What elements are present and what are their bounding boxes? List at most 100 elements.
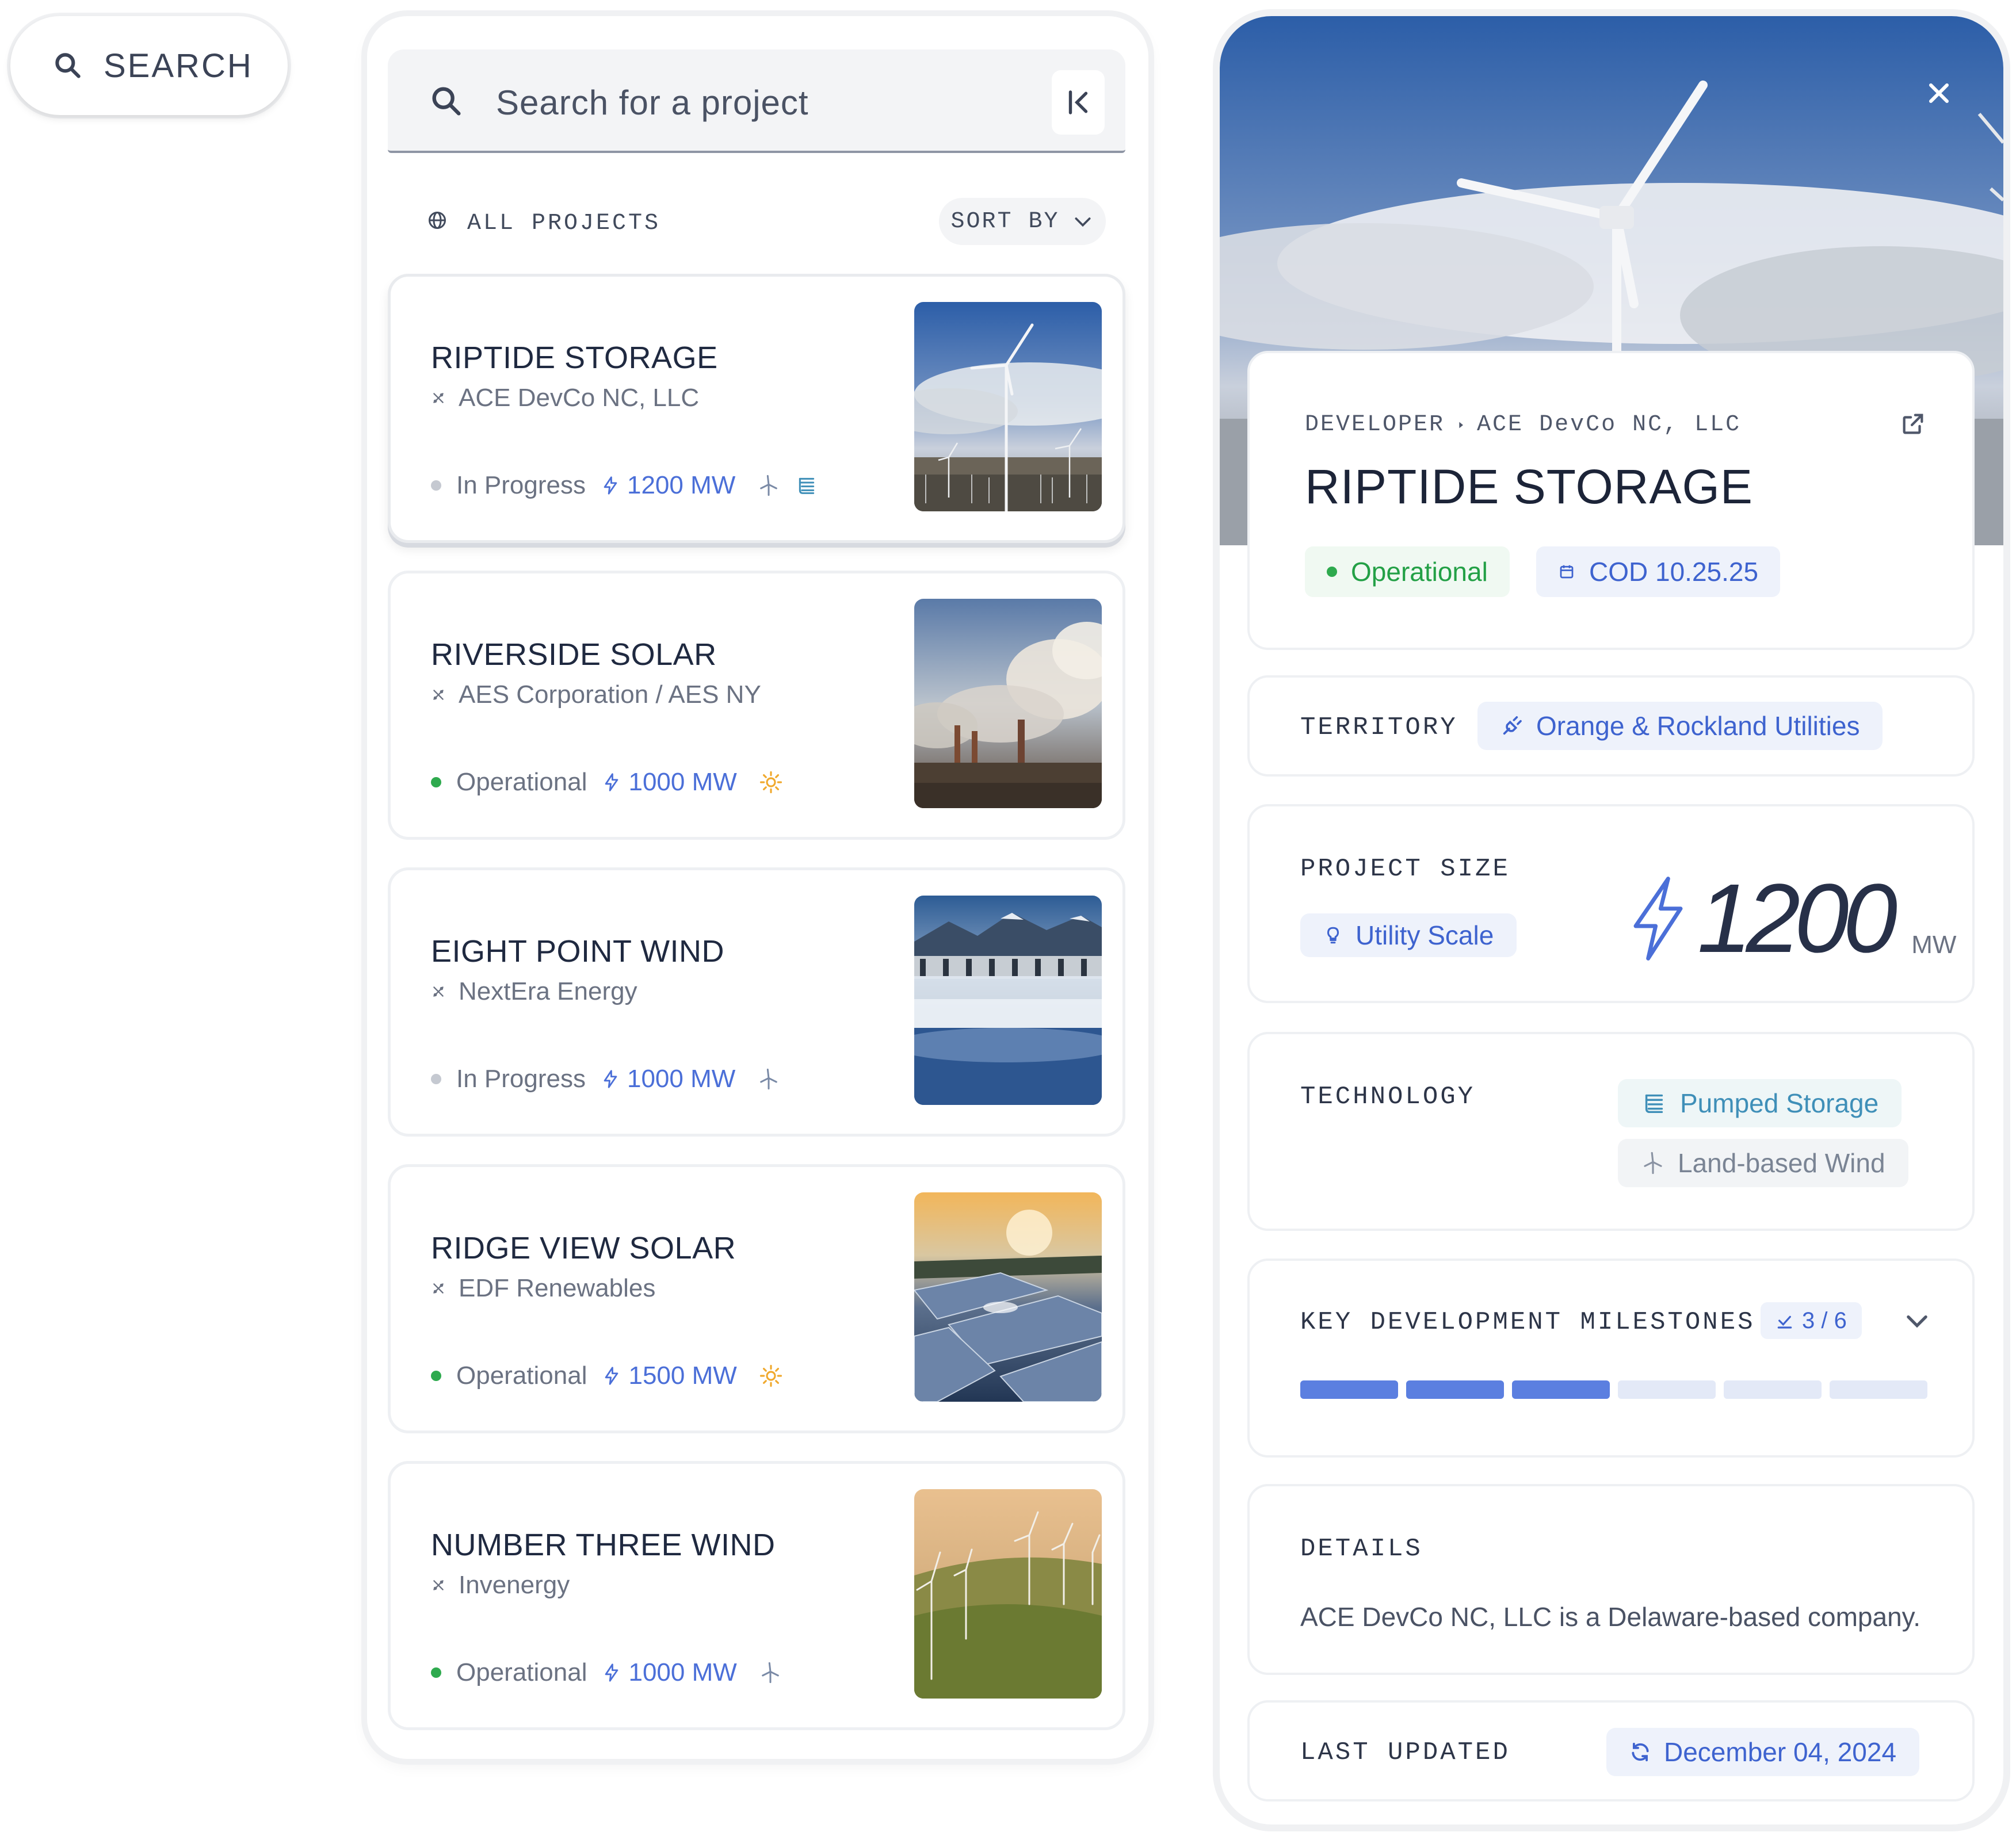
sun-icon [759,1364,783,1388]
last-updated-section: LAST UPDATED December 04, 2024 [1247,1700,1975,1801]
filter-all-projects[interactable]: ALL PROJECTS [467,211,660,236]
caret-right-icon [1459,422,1464,428]
tech-icons [759,1661,782,1684]
developer-name: ACE DevCo NC, LLC [459,384,700,412]
territory-chip[interactable]: Orange & Rockland Utilities [1477,702,1883,750]
capacity-label: 1000 MW [628,768,737,796]
sort-by-button[interactable]: SORT BY [939,198,1106,245]
project-size-label: PROJECT SIZE [1300,855,1510,883]
project-title: RIPTIDE STORAGE [1305,460,1753,514]
capacity: 1200 MW [601,471,735,500]
pumped-storage-icon [795,474,818,497]
territory-label: TERRITORY [1300,713,1458,742]
capacity: 1000 MW [602,1658,737,1687]
status-dot [431,480,441,491]
project-developer: NextEra Energy [431,977,637,1006]
open-external-button[interactable] [1900,411,1926,440]
status-label: Operational [456,768,587,796]
capacity-label: 1500 MW [628,1361,737,1390]
project-meta: Operational 1000 MW [431,1658,782,1687]
chevron-down-icon [1075,217,1091,227]
capacity: 1000 MW [602,768,737,797]
breadcrumb-developer-link[interactable]: ACE DevCo NC, LLC [1477,412,1741,438]
bolt-icon [602,1366,621,1386]
chevron-down-icon [1907,1315,1927,1328]
project-card[interactable]: NUMBER THREE WIND Invenergy Operational … [388,1461,1125,1730]
milestones-label: KEY DEVELOPMENT MILESTONES [1300,1308,1755,1337]
status-label: Operational [456,1658,587,1686]
milestone-segment [1512,1380,1610,1399]
project-list-panel: Search for a project ALL PROJECTS SORT B… [367,16,1148,1759]
project-search-field[interactable]: Search for a project [388,49,1125,153]
project-card[interactable]: RIPTIDE STORAGE ACE DevCo NC, LLC In Pro… [388,274,1125,543]
project-title: EIGHT POINT WIND [431,934,725,969]
territory-section: TERRITORY Orange & Rockland Utilities [1247,675,1975,777]
capacity-unit: MW [1911,931,1957,959]
cod-label: COD 10.25.25 [1589,557,1759,587]
milestone-segment [1406,1380,1504,1399]
last-updated-label: LAST UPDATED [1300,1738,1510,1767]
project-thumbnail [914,302,1102,511]
project-developer: ACE DevCo NC, LLC [431,384,699,412]
developer-name: EDF Renewables [459,1274,656,1302]
project-thumbnail [914,599,1102,808]
close-button[interactable] [1925,79,1953,110]
project-card[interactable]: RIVERSIDE SOLAR AES Corporation / AES NY… [388,571,1125,840]
project-developer: AES Corporation / AES NY [431,680,761,709]
developer-icon [431,687,446,702]
milestone-segment [1618,1380,1716,1399]
project-thumbnail [914,1192,1102,1402]
milestones-section[interactable]: KEY DEVELOPMENT MILESTONES 3 / 6 [1247,1259,1975,1458]
close-icon [1929,83,1949,103]
search-toggle-label: SEARCH [104,47,253,85]
breadcrumb: DEVELOPER ACE DevCo NC, LLC [1305,412,1741,438]
project-detail-panel: DEVELOPER ACE DevCo NC, LLC RIPTIDE STOR… [1220,16,2003,1824]
status-dot [431,1371,441,1381]
calendar-icon [1560,565,1574,579]
details-label: DETAILS [1300,1535,1423,1563]
milestones-count-badge: 3 / 6 [1761,1302,1862,1339]
capacity-value: 1200 [1697,864,1897,973]
developer-icon [431,1578,446,1593]
developer-icon [431,391,446,406]
status-dot [431,1667,441,1678]
project-meta: In Progress 1200 MW [431,471,818,500]
status-label: In Progress [456,1065,586,1093]
status-label: Operational [456,1361,587,1390]
last-updated-chip: December 04, 2024 [1606,1728,1920,1776]
technology-section: TECHNOLOGY Pumped Storage Land-based Win… [1247,1032,1975,1231]
search-toggle-button[interactable]: SEARCH [10,16,288,115]
project-title: RIDGE VIEW SOLAR [431,1231,736,1265]
wind-turbine-icon [757,1068,780,1091]
tech-icons [759,1364,783,1388]
technology-chip: Land-based Wind [1618,1139,1908,1187]
project-card[interactable]: RIDGE VIEW SOLAR EDF Renewables Operatio… [388,1164,1125,1433]
wind-turbine-icon [759,1661,782,1684]
project-title: NUMBER THREE WIND [431,1528,776,1562]
external-link-icon [1903,414,1923,434]
status-dot [431,1074,441,1084]
technology-label: TECHNOLOGY [1300,1083,1476,1111]
project-thumbnail [914,896,1102,1105]
project-developer: EDF Renewables [431,1274,655,1303]
project-header-card: DEVELOPER ACE DevCo NC, LLC RIPTIDE STOR… [1247,351,1975,650]
tech-icons [757,474,818,497]
milestone-segment [1830,1380,1927,1399]
expand-milestones-button[interactable] [1902,1306,1932,1338]
project-developer: Invenergy [431,1571,570,1600]
search-icon [432,87,461,116]
pumped-storage-icon [1641,1090,1667,1116]
developer-name: Invenergy [459,1571,570,1599]
tech-icons [759,770,783,794]
collapse-panel-button[interactable] [1052,70,1105,135]
capacity-label: 1000 MW [628,1658,737,1686]
project-card[interactable]: EIGHT POINT WIND NextEra Energy In Progr… [388,867,1125,1137]
refresh-icon [1632,1742,1649,1762]
status-dot [431,777,441,787]
milestones-progress [1300,1380,1927,1399]
developer-name: AES Corporation / AES NY [459,680,761,709]
capacity: 1500 MW [602,1361,737,1390]
milestone-segment [1300,1380,1398,1399]
developer-icon [431,1281,446,1296]
search-input[interactable]: Search for a project [496,83,809,123]
